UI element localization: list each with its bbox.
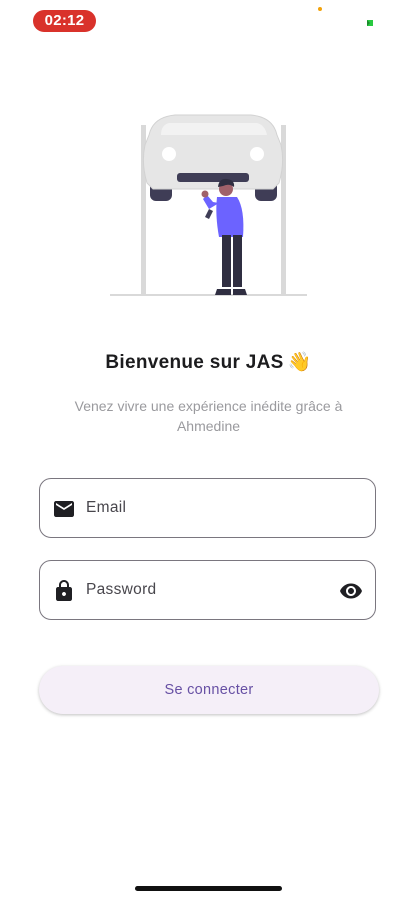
- login-button[interactable]: Se connecter: [39, 666, 379, 714]
- mechanic-shirt: [216, 197, 244, 237]
- password-field[interactable]: [39, 560, 376, 620]
- password-input[interactable]: [86, 561, 326, 618]
- welcome-subtitle: Venez vivre une expérience inédite grâce…: [74, 398, 343, 434]
- email-field[interactable]: [39, 478, 376, 538]
- welcome-title-text: Bienvenue sur JAS: [105, 352, 284, 373]
- privacy-indicator-dot: [318, 7, 322, 11]
- mechanic-shoe-right: [233, 289, 247, 295]
- wrench: [205, 209, 213, 219]
- mechanic-under-car-illustration: [110, 114, 307, 296]
- mechanic-leg-left: [222, 235, 231, 287]
- home-indicator[interactable]: [135, 886, 282, 891]
- eye-icon[interactable]: [339, 579, 363, 603]
- car-headlight-right: [250, 147, 264, 161]
- mechanic-shoe-left: [215, 289, 231, 295]
- network-indicator-icon: [367, 20, 373, 26]
- status-bar: 02:12: [0, 0, 417, 40]
- email-input[interactable]: [86, 479, 326, 536]
- lock-icon: [56, 580, 72, 601]
- welcome-title: Bienvenue sur JAS 👋: [0, 350, 417, 374]
- car-windshield: [161, 123, 267, 135]
- status-time: 02:12: [33, 10, 96, 32]
- waving-hand-emoji: 👋: [287, 352, 312, 373]
- mechanic-leg-right: [233, 235, 242, 287]
- car-headlight-left: [162, 147, 176, 161]
- mechanic-hand: [201, 190, 209, 198]
- mail-icon: [54, 501, 74, 517]
- car-grille: [177, 173, 249, 182]
